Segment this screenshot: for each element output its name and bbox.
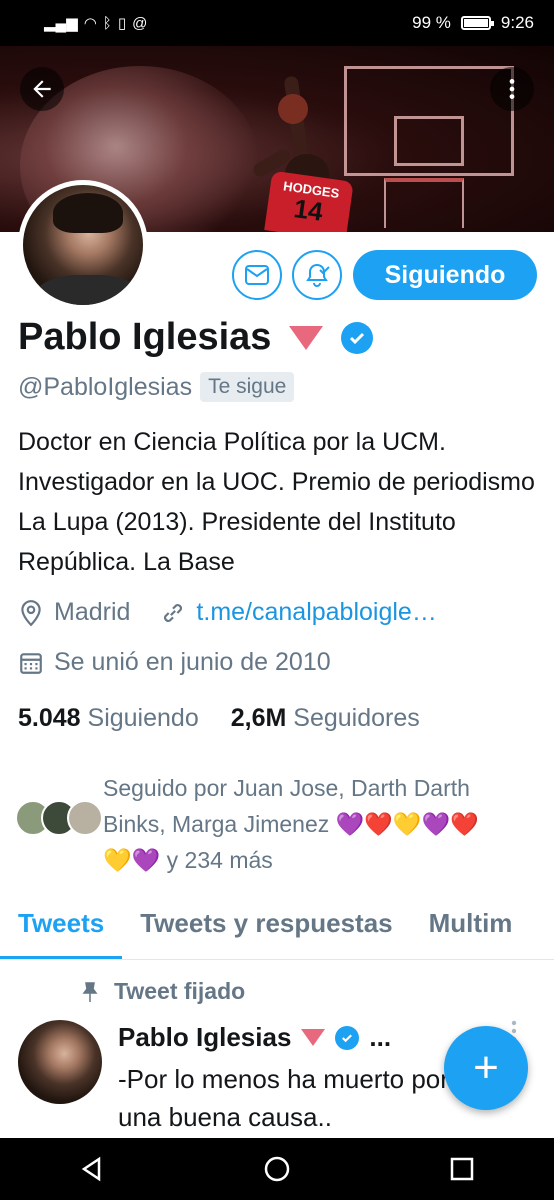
bluetooth-icon: ᛒ [102,14,112,32]
pinned-tweet-label-row: Tweet fijado [80,978,245,1005]
status-icons: ▂▄▆ ◠ ᛒ ▯ @ [44,14,148,33]
at-icon: @ [132,14,148,32]
banner-ball [278,94,308,124]
message-button[interactable] [232,250,282,300]
vibrate-icon: ▯ [117,15,127,32]
follows-you-badge: Te sigue [200,372,295,402]
signal-icon: ▂▄▆ [44,15,78,32]
follower-avatar [67,800,103,836]
profile-name: Pablo Iglesias [18,316,272,358]
following-button[interactable]: Siguiendo [353,250,537,300]
status-bar: ▂▄▆ ◠ ᛒ ▯ @ 99 % 9:26 [0,0,554,46]
party-triangle-icon [301,1029,326,1046]
followers-count: 2,6M [230,704,287,732]
followed-by-line: Binks, Marga Jimenez 💜❤️💛💜❤️ [103,811,479,837]
profile-stats: 5.048 Siguiendo 2,6M Seguidores [18,704,420,733]
banner-jersey: HODGES 14 [264,170,354,232]
profile-meta-joined-row: Se unió en junio de 2010 [18,648,331,677]
compose-tweet-button[interactable]: + [444,1026,528,1110]
tab-media[interactable]: Multim [411,898,531,959]
followers-label: Seguidores [293,704,420,732]
pin-icon [82,981,98,1002]
profile-avatar[interactable] [18,180,148,310]
followed-by-text: Seguido por Juan Jose, Darth Darth Binks… [103,770,543,878]
back-button[interactable] [20,67,64,111]
tab-tweets[interactable]: Tweets [0,898,123,959]
profile-joined: Se unió en junio de 2010 [54,648,331,676]
followed-by-section[interactable]: Seguido por Juan Jose, Darth Darth Binks… [15,770,540,880]
wifi-icon: ◠ [83,15,97,32]
clock: 9:26 [500,13,534,32]
profile-website-link[interactable]: t.me/canalpabloigle… [196,598,436,627]
tweet-author-avatar[interactable] [18,1020,102,1104]
profile-handle: @PabloIglesias [18,372,193,401]
party-triangle-icon [289,325,324,350]
banner-backboard-square [394,116,464,166]
more-vertical-icon [509,79,515,99]
following-label: Siguiendo [87,704,199,732]
avatar-hair [53,193,123,233]
pinned-tweet-label: Tweet fijado [114,978,246,1004]
profile-name-row: Pablo Iglesias [18,316,374,359]
notifications-button[interactable] [292,250,342,300]
recents-square-icon[interactable] [447,1154,477,1184]
following-count: 5.048 [18,704,81,732]
home-circle-icon[interactable] [262,1154,292,1184]
profile-handle-row: @PabloIglesias Te sigue [18,372,295,402]
profile-tabs: Tweets Tweets y respuestas Multim [0,898,554,960]
followers-stat[interactable]: 2,6M Seguidores [231,704,420,733]
following-stat[interactable]: 5.048 Siguiendo [18,704,199,733]
followed-by-line: Seguido por Juan Jose, Darth Darth [103,775,470,801]
back-triangle-icon[interactable] [77,1154,107,1184]
tweet-author-name[interactable]: Pablo Iglesias [118,1022,291,1053]
avatar-shirt [33,275,143,305]
profile-meta-location-row: Madrid t.me/canalpabloigle… [18,598,437,627]
banner-net [384,178,464,228]
arrow-left-icon [33,80,51,98]
bell-check-icon [306,263,330,287]
overflow-menu-button[interactable] [490,67,534,111]
tab-tweets-and-replies[interactable]: Tweets y respuestas [122,898,410,959]
tweet-text: -Por lo menos ha muerto por una buena ca… [118,1064,449,1132]
verified-badge-icon [341,321,374,354]
tweet-author-truncated: ... [369,1022,392,1052]
link-icon [164,603,183,622]
tweet-header: Pablo Iglesias ... [118,1022,391,1053]
profile-bio: Doctor en Ciencia Política por la UCM. I… [18,428,535,576]
battery-percent: 99 % [412,13,451,32]
battery-icon [460,16,494,30]
envelope-icon [245,265,269,285]
followed-by-line: 💛💜 y 234 más [103,847,273,873]
system-nav-bar [0,1138,554,1200]
profile-location: Madrid [54,598,131,626]
verified-badge-icon [335,1025,360,1050]
location-pin-icon [21,599,41,626]
calendar-icon [20,652,42,674]
